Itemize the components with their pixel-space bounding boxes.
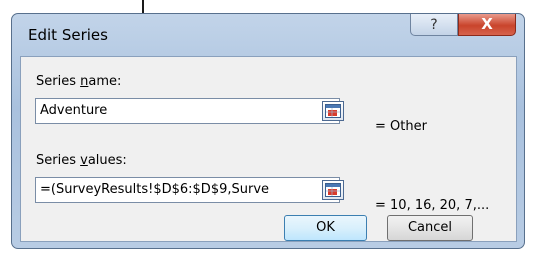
ok-button[interactable]: OK — [284, 215, 367, 241]
range-select-icon — [325, 104, 341, 118]
close-button[interactable]: X — [458, 14, 516, 36]
series-values-label: Series values: — [36, 153, 127, 168]
close-icon: X — [481, 15, 493, 33]
series-name-label: Series name: — [36, 74, 122, 89]
cancel-button[interactable]: Cancel — [387, 215, 473, 241]
series-values-result: = 10, 16, 20, 7,... — [375, 198, 490, 213]
series-name-input[interactable]: Adventure — [35, 98, 340, 124]
series-name-range-button[interactable] — [322, 101, 344, 121]
edit-series-dialog: Edit Series ? X Series name: Adventure =… — [11, 13, 525, 249]
dialog-title: Edit Series — [28, 26, 108, 44]
dialog-body: Series name: Adventure = Other Series va… — [20, 56, 517, 242]
range-select-icon — [325, 183, 341, 197]
series-name-result: = Other — [375, 119, 427, 134]
help-button[interactable]: ? — [410, 14, 458, 36]
series-values-input[interactable]: =(SurveyResults!$D$6:$D$9,Surve — [35, 177, 340, 203]
series-values-range-button[interactable] — [322, 180, 344, 200]
help-icon: ? — [430, 17, 438, 33]
